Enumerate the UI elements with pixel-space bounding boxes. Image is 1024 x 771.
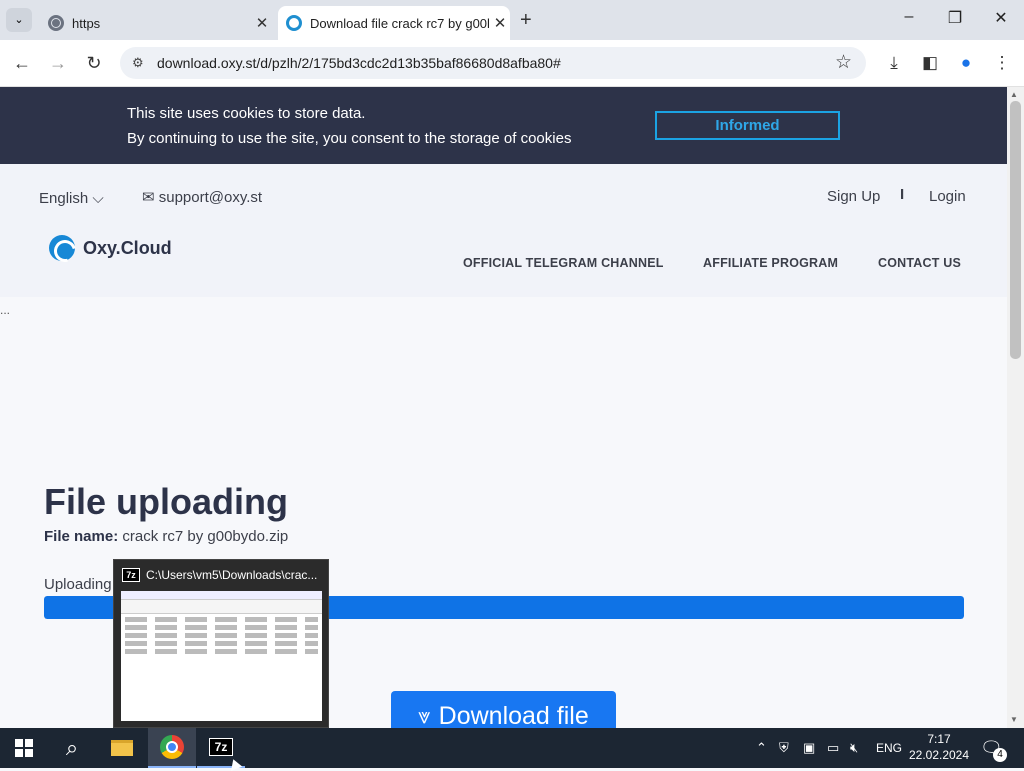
nav-contact-us[interactable]: CONTACT US bbox=[878, 256, 961, 270]
preview-thumbnail[interactable] bbox=[121, 591, 322, 721]
mail-icon: ✉ bbox=[142, 189, 159, 206]
login-link[interactable]: Login bbox=[929, 188, 966, 205]
file-name-row: File name: crack rc7 by g00bydo.zip bbox=[44, 528, 288, 545]
chrome-icon bbox=[160, 735, 184, 759]
input-language[interactable]: ENG bbox=[876, 741, 902, 755]
profile-icon[interactable]: ● bbox=[952, 50, 980, 76]
language-label: English bbox=[39, 190, 89, 207]
bookmark-star-icon[interactable]: ☆ bbox=[835, 51, 852, 74]
clock-time: 7:17 bbox=[927, 732, 951, 746]
download-file-button[interactable]: ⩔ Download file bbox=[391, 691, 616, 728]
close-tab-icon[interactable]: ✕ bbox=[252, 14, 272, 32]
reload-button[interactable]: ↻ bbox=[80, 50, 108, 76]
network-icon[interactable]: ▭ bbox=[827, 740, 839, 756]
close-window-button[interactable]: ✕ bbox=[978, 8, 1024, 32]
side-panel-icon[interactable]: ◧ bbox=[916, 50, 944, 76]
signup-link[interactable]: Sign Up bbox=[827, 188, 880, 205]
preview-title-text: C:\Users\vm5\Downloads\crac... bbox=[146, 568, 318, 582]
system-clock[interactable]: 7:17 22.02.2024 bbox=[908, 731, 970, 763]
preview-title: 7z C:\Users\vm5\Downloads\crac... bbox=[122, 568, 317, 582]
ellipsis-text: ... bbox=[0, 303, 11, 317]
restore-button[interactable]: ❐ bbox=[932, 8, 978, 32]
security-shield-icon[interactable]: ⛨ bbox=[779, 740, 789, 756]
windows-logo-icon bbox=[15, 739, 33, 757]
cookie-text-line2: By continuing to use the site, you conse… bbox=[127, 130, 572, 147]
uploading-label: Uploading bbox=[44, 576, 112, 593]
notification-center-icon[interactable]: ▣ bbox=[803, 740, 815, 756]
logo-text: Oxy.Cloud bbox=[83, 237, 172, 258]
browser-title-bar: ⌄ https ✕ Download file crack rc7 by g00… bbox=[0, 0, 1024, 40]
cookie-text-line1: This site uses cookies to store data. bbox=[127, 105, 366, 122]
tab-https[interactable]: https ✕ bbox=[40, 6, 272, 40]
file-name-value: crack rc7 by g00bydo.zip bbox=[122, 528, 289, 545]
page-scrollbar[interactable]: ▲ ▼ bbox=[1007, 87, 1024, 728]
url-text[interactable]: download.oxy.st/d/pzlh/2/175bd3cdc2d13b3… bbox=[157, 55, 561, 71]
notification-count-badge: 4 bbox=[993, 748, 1007, 762]
language-selector[interactable]: English ⌵ bbox=[39, 190, 104, 207]
tab-search-button[interactable]: ⌄ bbox=[6, 8, 32, 32]
support-email-link[interactable]: ✉ support@oxy.st bbox=[142, 188, 262, 206]
globe-icon bbox=[48, 15, 64, 31]
back-button[interactable]: ← bbox=[8, 50, 36, 76]
search-button[interactable]: ⌕ bbox=[48, 728, 96, 768]
page-title: File uploading bbox=[44, 481, 288, 522]
volume-muted-icon[interactable]: 🔇︎ bbox=[850, 740, 858, 756]
file-explorer-button[interactable] bbox=[98, 728, 146, 768]
chrome-taskbar-button[interactable] bbox=[148, 728, 196, 768]
start-button[interactable] bbox=[0, 728, 48, 768]
informed-button[interactable]: Informed bbox=[655, 111, 840, 140]
seven-zip-icon: 7z bbox=[122, 568, 140, 582]
chevron-down-icon: ⌄ bbox=[14, 14, 24, 26]
forward-button[interactable]: → bbox=[44, 50, 72, 76]
downloads-icon[interactable]: ⤓ bbox=[880, 50, 908, 76]
taskbar-window-preview[interactable]: 7z C:\Users\vm5\Downloads\crac... bbox=[113, 559, 329, 728]
site-header: English ⌵ ✉ support@oxy.st Sign Up I Log… bbox=[0, 164, 1007, 297]
tab-download-file[interactable]: Download file crack rc7 by g00l ✕ bbox=[278, 6, 510, 40]
support-email: support@oxy.st bbox=[158, 189, 263, 206]
minimize-button[interactable]: – bbox=[886, 8, 932, 32]
site-info-icon[interactable]: ⚙ bbox=[132, 55, 144, 71]
browser-toolbar: ← → ↻ ⚙ download.oxy.st/d/pzlh/2/175bd3c… bbox=[0, 40, 1024, 87]
tab-title: https bbox=[72, 15, 101, 31]
file-name-label: File name: bbox=[44, 528, 119, 545]
oxy-logo-icon bbox=[49, 235, 75, 261]
close-tab-icon[interactable]: ✕ bbox=[490, 14, 510, 32]
new-tab-button[interactable]: + bbox=[520, 9, 532, 32]
nav-telegram-channel[interactable]: OFFICIAL TELEGRAM CHANNEL bbox=[463, 256, 664, 270]
scrollbar-thumb[interactable] bbox=[1010, 101, 1021, 359]
address-bar[interactable]: ⚙ download.oxy.st/d/pzlh/2/175bd3cdc2d13… bbox=[120, 47, 866, 79]
chevron-down-icon: ⌵ bbox=[92, 190, 104, 207]
oxy-favicon-icon bbox=[286, 15, 302, 31]
site-logo[interactable]: Oxy.Cloud bbox=[49, 234, 172, 262]
double-chevron-down-icon: ⩔ bbox=[418, 703, 431, 728]
menu-dots-icon[interactable]: ⋮ bbox=[988, 50, 1016, 76]
clock-date: 22.02.2024 bbox=[908, 748, 970, 762]
nav-affiliate-program[interactable]: AFFILIATE PROGRAM bbox=[703, 256, 838, 270]
scroll-up-icon[interactable]: ▲ bbox=[1010, 90, 1018, 99]
download-button-label: Download file bbox=[438, 701, 589, 729]
tab-title: Download file crack rc7 by g00l bbox=[310, 15, 490, 31]
show-hidden-icons-icon[interactable]: ⌃ bbox=[756, 740, 767, 756]
windows-taskbar: ⌕ 7z ⌃ ⛨ ▣ ▭ 🔇︎ ENG 7:17 22.02.2024 🗨︎ 4 bbox=[0, 728, 1024, 768]
seven-zip-icon: 7z bbox=[209, 738, 233, 756]
cookie-banner: This site uses cookies to store data. By… bbox=[0, 87, 1007, 164]
search-icon: ⌕ bbox=[65, 735, 79, 760]
auth-separator: I bbox=[900, 186, 905, 203]
folder-icon bbox=[111, 740, 133, 756]
scroll-down-icon[interactable]: ▼ bbox=[1010, 715, 1018, 724]
